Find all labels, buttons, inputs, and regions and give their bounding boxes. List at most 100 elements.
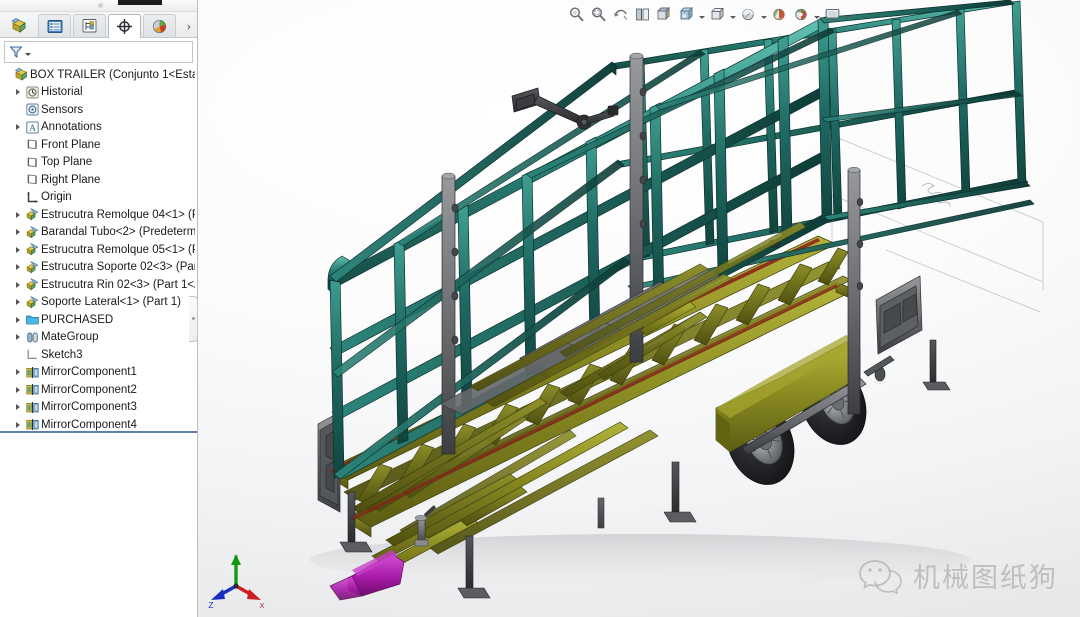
tree-expand-arrow-icon[interactable] [11,229,24,236]
tree-node[interactable]: Front Plane [0,136,197,154]
zoom-to-area-button[interactable] [587,2,609,26]
color-wheel-icon [152,19,167,33]
tree-expand-arrow-icon[interactable] [11,316,24,323]
view-settings-caret[interactable] [812,2,821,26]
tree-node[interactable]: Historial [0,84,197,102]
mirror-component-icon [26,401,39,413]
property-list-icon [47,19,62,33]
heads-up-view-toolbar[interactable] [563,0,854,28]
tree-node-icon [24,155,41,170]
tree-expand-arrow-icon[interactable] [11,89,24,96]
panel-pin-icon[interactable] [98,3,103,8]
plane-icon [27,139,37,150]
hide-show-cube-icon [710,6,724,20]
display-style-button[interactable] [675,2,697,26]
component-icon [26,225,39,239]
tree-node[interactable]: Barandal Tubo<2> (Predetermina [0,224,197,242]
tree-node-icon [24,277,41,292]
tree-node[interactable]: MateGroup [0,329,197,347]
tab-feature-manager-design-tree[interactable] [3,14,36,37]
tabstrip-overflow-button[interactable]: › [187,19,191,37]
tree-node-icon [24,85,41,100]
sketch-icon [27,349,37,360]
triad-axis-z: Z [208,584,238,610]
tree-node-root[interactable]: BOX TRAILER (Conjunto 1<Estado de [0,66,197,84]
mirror-component-icon [26,419,39,431]
tree-node[interactable]: Soporte Lateral<1> (Part 1) [0,294,197,312]
feature-manager-panel[interactable]: › BOX TRAILER (Conjunto 1<Estado de Histo… [0,0,198,617]
view-settings-button[interactable] [790,2,812,26]
component-icon [26,260,39,274]
tree-node-icon [24,242,41,257]
tree-expand-arrow-icon[interactable] [11,281,24,288]
tab-dimxpert-manager[interactable] [143,14,176,37]
tree-node-icon [24,207,41,222]
tree-node[interactable]: MirrorComponent2 [0,381,197,399]
apply-scene-button[interactable] [768,2,790,26]
tree-node-label: Origin [41,191,72,204]
section-view-button[interactable] [631,2,653,26]
tree-node-label: Front Plane [41,138,101,151]
tree-node-label: Sketch3 [41,348,83,361]
tree-expand-arrow-icon[interactable] [11,421,24,428]
tab-configuration-manager[interactable] [73,14,106,37]
display-style-caret[interactable] [697,2,706,26]
tree-expand-arrow-icon[interactable] [11,264,24,271]
viewport-caret[interactable] [843,2,852,26]
annotations-icon: A [26,121,39,134]
magnifier-area-icon [591,6,605,21]
tree-node-icon: A [24,120,41,135]
tree-expand-arrow-icon[interactable] [11,246,24,253]
feature-tree[interactable]: BOX TRAILER (Conjunto 1<Estado de Histori… [0,63,197,617]
monitor-viewport-icon [825,8,839,21]
tree-node-label: Historial [41,86,83,99]
tree-expand-arrow-icon[interactable] [11,211,24,218]
tree-node[interactable]: Right Plane [0,171,197,189]
svg-text:A: A [29,124,36,134]
tree-expand-arrow-icon[interactable] [11,299,24,306]
tree-node[interactable]: Sketch3 [0,346,197,364]
tree-node[interactable]: PURCHASED [0,311,197,329]
tab-display-manager[interactable] [108,14,141,38]
tree-node[interactable]: A Annotations [0,119,197,137]
zoom-to-fit-button[interactable] [565,2,587,26]
tree-node-icon [24,400,41,415]
tree-node[interactable]: Estrucutra Rin 02<3> (Part 1<As M [0,276,197,294]
view-orientation-button[interactable] [653,2,675,26]
tree-node-icon [24,137,41,152]
edit-appearance-button[interactable] [737,2,759,26]
tree-node[interactable]: Estrucutra Remolque 04<1> (Prec [0,206,197,224]
tree-node[interactable]: Origin [0,189,197,207]
tree-node[interactable]: MirrorComponent3 [0,399,197,417]
hide-show-caret[interactable] [728,2,737,26]
tree-node[interactable]: MirrorComponent1 [0,364,197,382]
tree-node[interactable]: Estrucutra Remolque 05<1> (Prec [0,241,197,259]
panel-splitter-handle[interactable] [189,296,198,342]
tree-node[interactable]: Top Plane [0,154,197,172]
viewport-layout-button[interactable] [821,2,843,26]
feature-manager-tabstrip[interactable]: › [0,12,197,38]
title-bar-stub [118,0,162,5]
mirror-component-icon [26,384,39,396]
triad-axis-x: X [234,584,265,610]
hide-show-items-button[interactable] [706,2,728,26]
tree-node-label: PURCHASED [41,313,114,326]
tree-node-icon [24,312,41,327]
tab-property-manager[interactable] [38,14,71,37]
tree-expand-arrow-icon[interactable] [11,404,24,411]
tree-node-icon [24,382,41,397]
origin-icon [27,191,38,203]
svg-text:X: X [260,603,265,610]
tree-node[interactable]: Sensors [0,101,197,119]
tree-expand-arrow-icon[interactable] [11,334,24,341]
appearance-caret[interactable] [759,2,768,26]
filter-caret-icon[interactable] [25,53,31,56]
tree-node[interactable]: Estrucutra Soporte 02<3> (Part 1 [0,259,197,277]
tree-expand-arrow-icon[interactable] [11,124,24,131]
tree-expand-arrow-icon[interactable] [11,386,24,393]
previous-view-button[interactable] [609,2,631,26]
wechat-icon [859,559,902,594]
feature-tree-filter[interactable] [4,41,193,63]
tree-expand-arrow-icon[interactable] [11,369,24,376]
tree-node-icon [24,260,41,275]
